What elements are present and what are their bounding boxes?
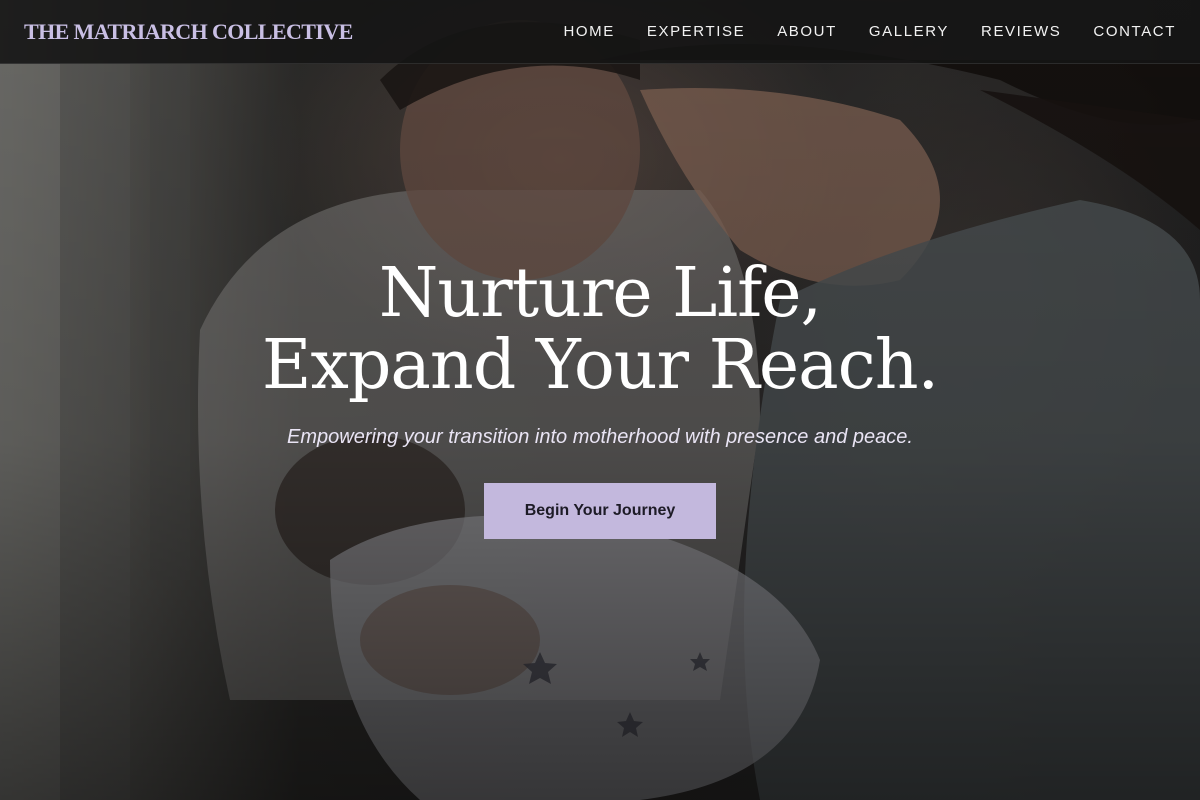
brand-logo[interactable]: THE MATRIARCH COLLECTIVE [24,19,353,45]
nav-item-gallery[interactable]: GALLERY [853,0,965,64]
nav-item-home[interactable]: HOME [547,0,630,64]
hero-headline-line2: Expand Your Reach. [261,326,939,405]
hero-headline: Nurture Life, Expand Your Reach. [0,258,1200,402]
hero-subtitle: Empowering your transition into motherho… [287,426,913,448]
hero-content: Nurture Life, Expand Your Reach. Empower… [0,258,1200,539]
nav-item-about[interactable]: ABOUT [761,0,853,64]
nav-item-reviews[interactable]: REVIEWS [965,0,1077,64]
site-header: THE MATRIARCH COLLECTIVE HOME EXPERTISE … [0,0,1200,64]
main-nav: HOME EXPERTISE ABOUT GALLERY REVIEWS CON… [547,0,1176,64]
nav-item-contact[interactable]: CONTACT [1077,0,1176,64]
begin-journey-button[interactable]: Begin Your Journey [484,483,716,539]
hero-headline-line1: Nurture Life, [378,254,822,333]
nav-item-expertise[interactable]: EXPERTISE [631,0,761,64]
